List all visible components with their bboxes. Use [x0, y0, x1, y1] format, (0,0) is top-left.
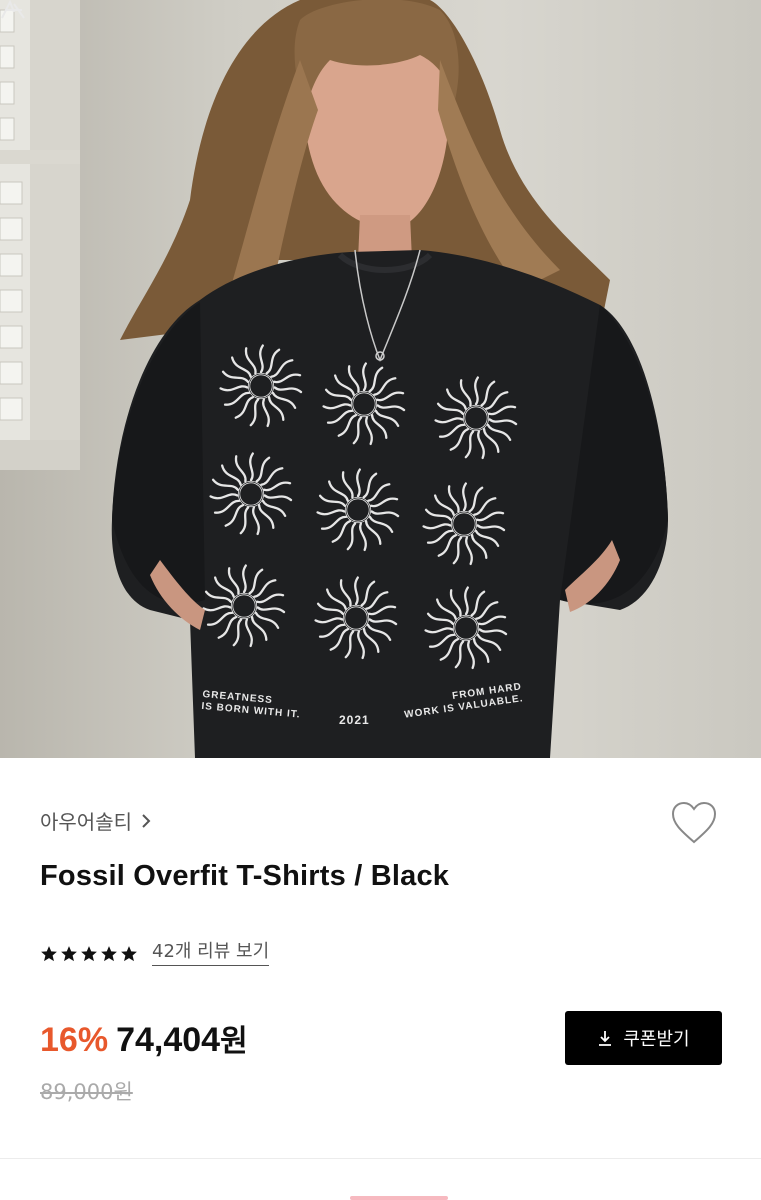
price-row: 16% 74,404 원: [40, 1016, 248, 1060]
brand-link[interactable]: 아우어솔티: [40, 806, 152, 835]
heart-outline-icon[interactable]: [670, 800, 718, 846]
reviews-link[interactable]: 42개 리뷰 보기: [152, 941, 270, 966]
product-title: Fossil Overfit T-Shirts / Black: [40, 860, 450, 892]
star-filled-icon: [81, 945, 97, 961]
shirt-logo-icon: [1, 0, 25, 19]
star-filled-icon: [121, 945, 137, 961]
brand-name: 아우어솔티: [40, 810, 132, 834]
price-unit: 원: [220, 1024, 248, 1059]
shirt-print-year: 2021: [339, 713, 370, 727]
star-filled-icon: [61, 945, 77, 961]
product-photo-illustration: [0, 0, 668, 758]
chevron-right-icon: [142, 813, 151, 828]
product-image: GREATNESS IS BORN WITH IT. 2021 FROM HAR…: [0, 0, 761, 758]
download-icon: [599, 1031, 612, 1046]
section-divider: [0, 1158, 761, 1159]
sale-price: 74,404: [116, 1021, 221, 1059]
rating-stars: [40, 945, 138, 963]
get-coupon-button[interactable]: 쿠폰받기: [565, 1011, 722, 1065]
rating-row: 42개 리뷰 보기: [40, 941, 270, 966]
discount-rate: 16%: [40, 1021, 109, 1059]
star-filled-icon: [41, 945, 57, 961]
star-filled-icon: [101, 945, 117, 961]
coupon-label: 쿠폰받기: [623, 1029, 690, 1050]
next-section-indicator: [350, 1196, 448, 1200]
original-price: 89,000원: [40, 1080, 133, 1104]
